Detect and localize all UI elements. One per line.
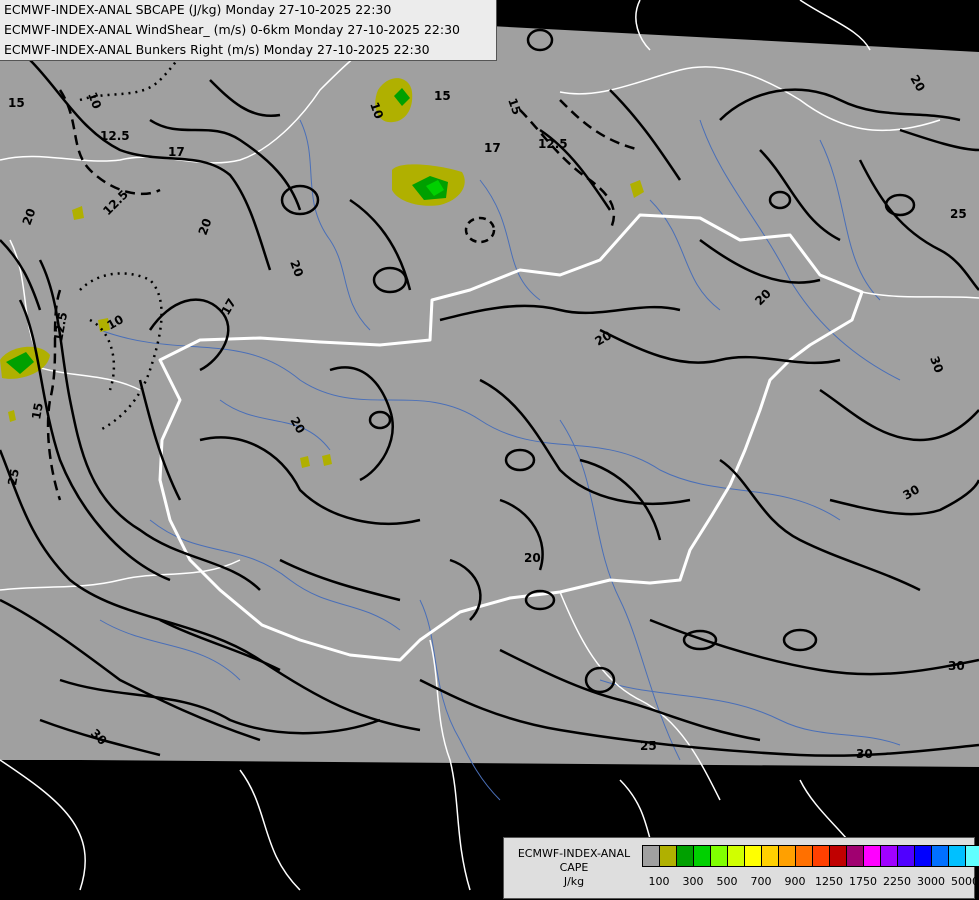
header-line-cape: ECMWF-INDEX-ANAL SBCAPE (J/kg) Monday 27… [4,2,392,17]
header-line-windshear: ECMWF-INDEX-ANAL WindShear_ (m/s) 0-6km … [4,22,460,37]
legend-swatch [813,846,830,866]
contour-label: 30 [948,659,965,673]
legend-swatch [762,846,779,866]
contour-label: 15 [434,89,451,103]
legend-tick-label: 500 [716,875,738,888]
legend-swatch [711,846,728,866]
weather-map: 15 10 12.5 17 20 15 17 12.5 15 20 10 12.… [0,0,979,891]
legend-swatch [881,846,898,866]
legend-swatch [796,846,813,866]
legend-tick-label: 1250 [815,875,843,888]
legend-title-field: CAPE [559,861,589,874]
contour-label: 17 [168,145,185,159]
contour-label: 12.5 [538,137,568,151]
contour-label: 17 [484,141,501,155]
legend-swatch [830,846,847,866]
legend-tick-label: 2250 [883,875,911,888]
legend-title-source: ECMWF-INDEX-ANAL [517,847,631,860]
legend-tick-label: 300 [682,875,704,888]
legend-tick-label: 3000 [917,875,945,888]
legend-swatch [694,846,711,866]
legend-swatch [915,846,932,866]
legend-swatch [677,846,694,866]
header-panel: ECMWF-INDEX-ANAL SBCAPE (J/kg) Monday 27… [0,0,497,61]
contour-label: 30 [856,747,873,761]
legend-tick-label: 100 [648,875,670,888]
legend-swatch [898,846,915,866]
legend-tick-label: 700 [750,875,772,888]
legend-swatch [847,846,864,866]
contour-label: 25 [950,207,967,221]
contour-label: 25 [5,468,22,487]
legend-title: ECMWF-INDEX-ANAL CAPE J/kg [510,847,638,889]
contour-label: 15 [8,96,25,110]
legend-swatch [932,846,949,866]
legend-swatch [660,846,677,866]
legend-swatch [966,846,979,866]
header-line-bunkers: ECMWF-INDEX-ANAL Bunkers Right (m/s) Mon… [4,42,430,57]
contour-label: 20 [524,551,541,565]
legend-swatch [728,846,745,866]
legend-color-scale [642,845,979,867]
legend-swatch [643,846,660,866]
legend-swatch [779,846,796,866]
contour-label: 25 [640,739,657,753]
legend-swatch [745,846,762,866]
forecast-domain [0,0,979,767]
map-view: 15 10 12.5 17 20 15 17 12.5 15 20 10 12.… [0,0,979,900]
contour-label: 15 [29,402,46,421]
contour-label: 12.5 [100,129,130,143]
cape-legend: ECMWF-INDEX-ANAL CAPE J/kg 100 300 500 700 9… [503,837,979,899]
legend-tick-label: 5000 [951,875,979,888]
legend-swatch [864,846,881,866]
legend-title-unit: J/kg [563,875,585,888]
legend-swatch [949,846,966,866]
legend-tick-labels: 100 300 500 700 900 1250 1750 2250 3000 5000 [642,875,979,889]
legend-tick-label: 1750 [849,875,877,888]
legend-tick-label: 900 [784,875,806,888]
